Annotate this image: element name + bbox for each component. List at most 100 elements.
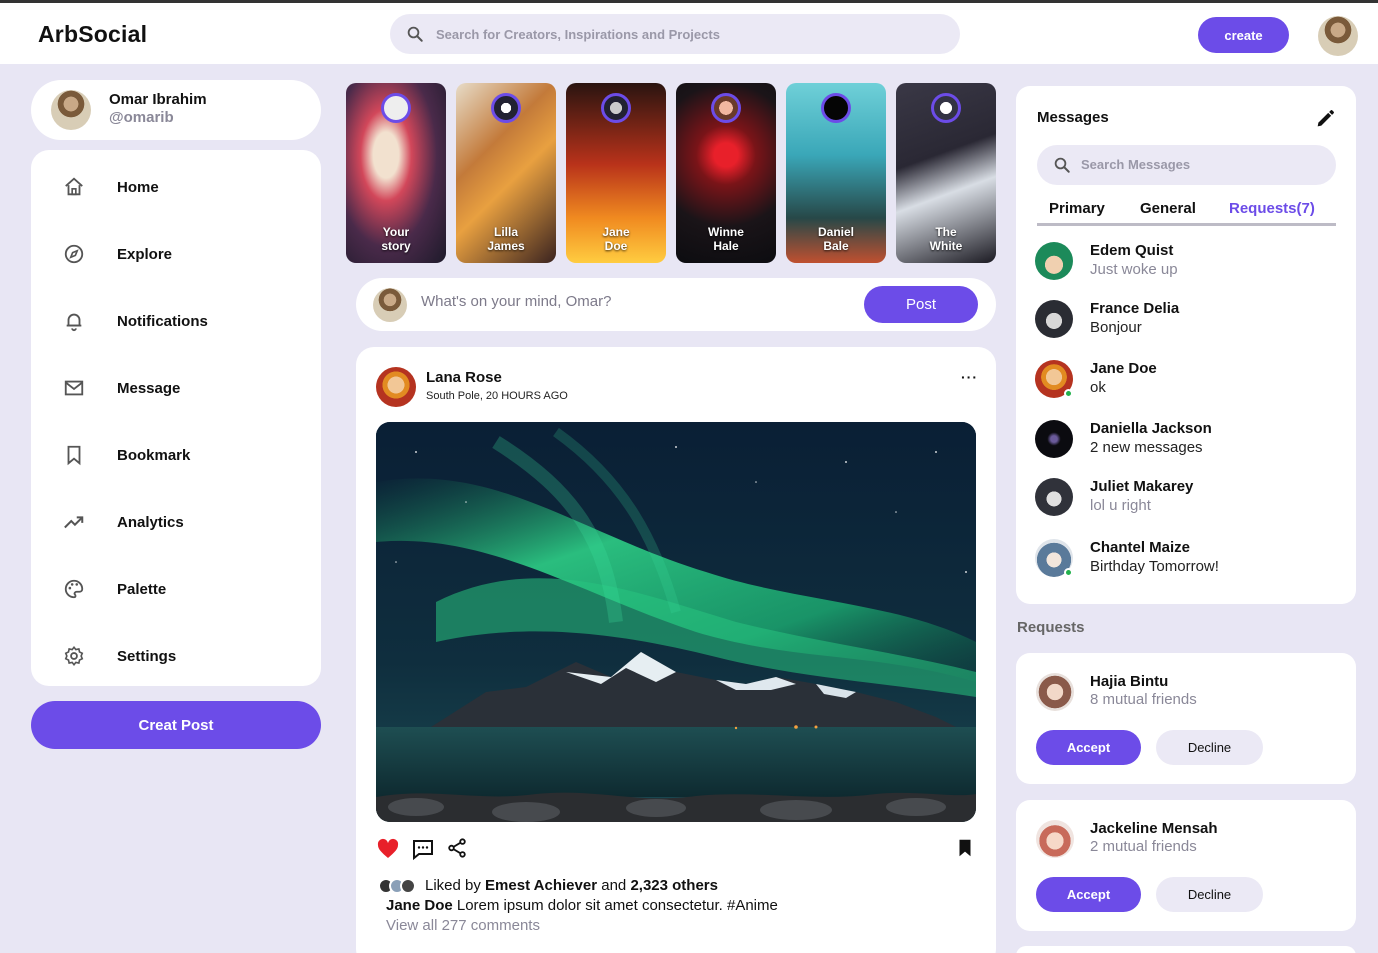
post-image[interactable]: [376, 422, 976, 822]
sidebar-item-settings[interactable]: Settings: [31, 631, 321, 681]
story-label: Your story: [381, 225, 411, 253]
app-logo[interactable]: ArbSocial: [38, 21, 147, 48]
accept-button[interactable]: Accept: [1036, 877, 1141, 912]
profile-card[interactable]: Omar Ibrahim @omarib: [31, 80, 321, 140]
sidebar-item-bookmark[interactable]: Bookmark: [31, 430, 321, 480]
story-card[interactable]: Your story: [346, 83, 446, 263]
conversation-avatar: [1035, 539, 1073, 577]
bookmark-icon[interactable]: [954, 837, 976, 859]
comment-icon[interactable]: [411, 837, 435, 861]
conversation-name: France Delia: [1090, 300, 1180, 317]
request-avatar[interactable]: [1036, 673, 1074, 711]
story-avatar: [491, 93, 521, 123]
sidebar-item-label: Home: [117, 178, 159, 196]
tab-primary[interactable]: Primary: [1049, 200, 1105, 217]
decline-button[interactable]: Decline: [1156, 730, 1263, 765]
liker-avatar: [400, 877, 416, 894]
conversation-item[interactable]: Chantel Maize Birthday Tomorrow!: [1035, 537, 1345, 581]
conversation-item[interactable]: Juliet Makarey lol u right: [1035, 476, 1345, 520]
post-location: South Pole, 20 HOURS AGO: [426, 390, 568, 402]
post-caption: Jane Doe Lorem ipsum dolor sit amet cons…: [386, 897, 778, 914]
aurora-illustration: [376, 422, 976, 822]
tab-general[interactable]: General: [1140, 200, 1196, 217]
post-more-menu[interactable]: ···: [961, 369, 978, 385]
conversation-avatar: [1035, 360, 1073, 398]
story-card[interactable]: Jane Doe: [566, 83, 666, 263]
profile-name: Omar Ibrahim: [109, 91, 207, 108]
request-name[interactable]: Jackeline Mensah: [1090, 820, 1218, 837]
story-card[interactable]: Winne Hale: [676, 83, 776, 263]
sidebar-item-message[interactable]: Message: [31, 363, 321, 413]
story-card[interactable]: The White: [896, 83, 996, 263]
share-icon[interactable]: [446, 837, 468, 859]
story-avatar: [711, 93, 741, 123]
post-button[interactable]: Post: [864, 286, 978, 323]
message-tabs: Primary General Requests(7): [1037, 198, 1336, 226]
create-button[interactable]: create: [1198, 17, 1289, 53]
decline-button[interactable]: Decline: [1156, 877, 1263, 912]
sidebar-item-label: Explore: [117, 245, 173, 263]
liked-and: and: [601, 877, 627, 894]
request-avatar[interactable]: [1036, 820, 1074, 858]
conversation-preview: Birthday Tomorrow!: [1090, 558, 1219, 575]
heart-icon[interactable]: [376, 837, 400, 861]
conversation-item[interactable]: France Delia Bonjour: [1035, 298, 1345, 342]
home-icon: [65, 177, 83, 196]
caption-author[interactable]: Jane Doe: [386, 897, 453, 914]
sidebar-item-palette[interactable]: Palette: [31, 564, 321, 614]
conversation-avatar: [1035, 242, 1073, 280]
conversation-name: Daniella Jackson: [1090, 420, 1212, 437]
story-label: Daniel Bale: [817, 225, 854, 253]
global-search-input[interactable]: [436, 26, 916, 42]
conversation-item[interactable]: Jane Doe ok: [1035, 358, 1345, 402]
conversation-name: Juliet Makarey: [1090, 478, 1194, 495]
conversation-item[interactable]: Edem Quist Just woke up: [1035, 240, 1345, 284]
friend-request-card: [1016, 946, 1356, 953]
story-label: Winne Hale: [708, 225, 744, 253]
caption-text: Lorem ipsum dolor sit amet consectetur. …: [456, 897, 778, 914]
post-author-name[interactable]: Lana Rose: [426, 369, 502, 386]
story-label: Jane Doe: [602, 225, 630, 253]
sidebar-item-label: Bookmark: [117, 446, 191, 464]
profile-avatar: [51, 90, 91, 130]
request-mutual-friends: 8 mutual friends: [1090, 691, 1197, 708]
sidebar-item-label: Settings: [117, 647, 177, 665]
request-name[interactable]: Hajia Bintu: [1090, 673, 1168, 690]
global-search-bar[interactable]: [390, 14, 960, 54]
requests-heading: Requests: [1017, 619, 1085, 636]
composer-avatar: [373, 288, 407, 322]
conversation-item[interactable]: Daniella Jackson 2 new messages: [1035, 418, 1345, 462]
accept-button[interactable]: Accept: [1036, 730, 1141, 765]
sidebar-item-explore[interactable]: Explore: [31, 229, 321, 279]
trending-up-icon: [64, 516, 84, 529]
post-author-avatar[interactable]: [376, 367, 416, 407]
sidebar-item-label: Palette: [117, 580, 167, 598]
sidebar-item-analytics[interactable]: Analytics: [31, 497, 321, 547]
messages-search-bar[interactable]: [1037, 145, 1336, 185]
palette-icon: [64, 579, 84, 599]
edit-icon[interactable]: [1314, 108, 1336, 130]
likes-summary[interactable]: Liked by Emest Achiever and 2,323 others: [378, 877, 718, 894]
messages-panel: Messages Primary General Requests(7) Ede…: [1016, 86, 1356, 604]
conversation-preview: 2 new messages: [1090, 439, 1203, 456]
conversation-avatar: [1035, 478, 1073, 516]
user-avatar[interactable]: [1318, 16, 1358, 56]
sidebar-item-label: Notifications: [117, 312, 208, 330]
online-indicator: [1064, 568, 1073, 577]
compass-icon: [64, 244, 84, 264]
view-comments-link[interactable]: View all 277 comments: [386, 917, 540, 934]
composer-input[interactable]: [421, 293, 841, 310]
tab-requests[interactable]: Requests(7): [1229, 200, 1315, 217]
liked-others: 2,323 others: [630, 877, 718, 894]
sidebar-item-label: Analytics: [117, 513, 184, 531]
sidebar-item-notifications[interactable]: Notifications: [31, 296, 321, 346]
conversation-preview: Just woke up: [1090, 261, 1178, 278]
story-label: The White: [929, 225, 963, 253]
conversation-avatar: [1035, 300, 1073, 338]
create-post-button[interactable]: Creat Post: [31, 701, 321, 749]
sidebar-item-home[interactable]: Home: [31, 162, 321, 212]
story-card[interactable]: Daniel Bale: [786, 83, 886, 263]
messages-search-input[interactable]: [1081, 157, 1321, 172]
mail-icon: [64, 380, 84, 396]
story-card[interactable]: Lilla James: [456, 83, 556, 263]
